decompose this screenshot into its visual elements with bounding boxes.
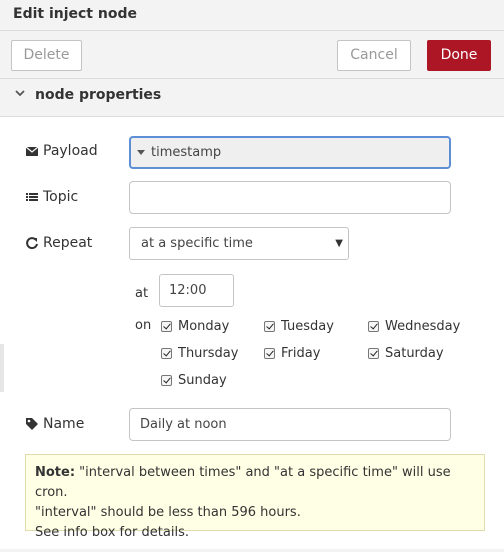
repeat-select[interactable]: at a specific time ▼ [129,227,349,260]
node-properties-header[interactable]: node properties [0,79,504,117]
tray-title: Edit inject node [13,6,137,22]
day-label: Thursday [178,346,239,361]
day-checkbox-sunday[interactable]: Sunday [161,373,227,388]
name-label: Name [25,416,84,432]
tray-header: Edit inject node [0,0,504,31]
day-checkbox-monday[interactable]: Monday [161,319,229,334]
repeat-label: Repeat [25,235,92,251]
day-label: Sunday [178,373,227,388]
day-label: Monday [178,319,230,334]
cancel-button[interactable]: Cancel [337,40,411,71]
day-checkbox-tuesday[interactable]: Tuesday [264,319,334,334]
list-icon [25,190,39,204]
day-checkbox-thursday[interactable]: Thursday [161,346,238,361]
day-label: Friday [281,346,321,361]
day-label: Saturday [385,346,444,361]
done-button[interactable]: Done [427,40,491,71]
day-checkbox-friday[interactable]: Friday [264,346,320,361]
checkbox-checked[interactable] [161,348,172,359]
resize-handle[interactable] [0,344,4,392]
day-checkbox-wednesday[interactable]: Wednesday [368,319,460,334]
note-line2: "interval" should be less than 596 hours… [35,505,301,520]
tray-toolbar: Delete Cancel Done [0,31,504,79]
note-line1: "interval between times" and "at a speci… [35,465,451,500]
select-arrow-icon: ▼ [335,238,343,249]
topic-label-text: Topic [43,189,79,205]
refresh-icon [25,236,39,250]
payload-value: timestamp [151,145,222,160]
note-bold: Note: [35,465,76,480]
payload-type-select[interactable]: timestamp [129,136,451,169]
day-label: Wednesday [385,319,461,334]
chevron-down-icon [15,87,25,101]
name-input[interactable]: Daily at noon [129,408,451,441]
checkbox-checked[interactable] [368,321,379,332]
time-input[interactable]: 12:00 [159,274,234,307]
topic-label: Topic [25,189,78,205]
on-label: on [135,318,152,333]
delete-button[interactable]: Delete [11,40,82,71]
at-label: at [135,286,149,301]
name-label-text: Name [43,416,85,432]
payload-label-text: Payload [43,143,98,159]
topic-input[interactable] [129,181,451,214]
checkbox-checked[interactable] [368,348,379,359]
cron-note: Note: "interval between times" and "at a… [25,454,485,540]
payload-label: Payload [25,143,98,159]
checkbox-checked[interactable] [161,375,172,386]
checkbox-checked[interactable] [264,321,275,332]
caret-down-icon [137,150,145,155]
envelope-icon [25,144,39,158]
repeat-selected: at a specific time [141,236,253,251]
day-checkbox-saturday[interactable]: Saturday [368,346,444,361]
checkbox-checked[interactable] [161,321,172,332]
checkbox-checked[interactable] [264,348,275,359]
section-title: node properties [35,87,162,103]
day-label: Tuesday [281,319,334,334]
note-line3: See info box for details. [35,525,189,540]
tag-icon [25,417,39,431]
repeat-label-text: Repeat [43,235,93,251]
